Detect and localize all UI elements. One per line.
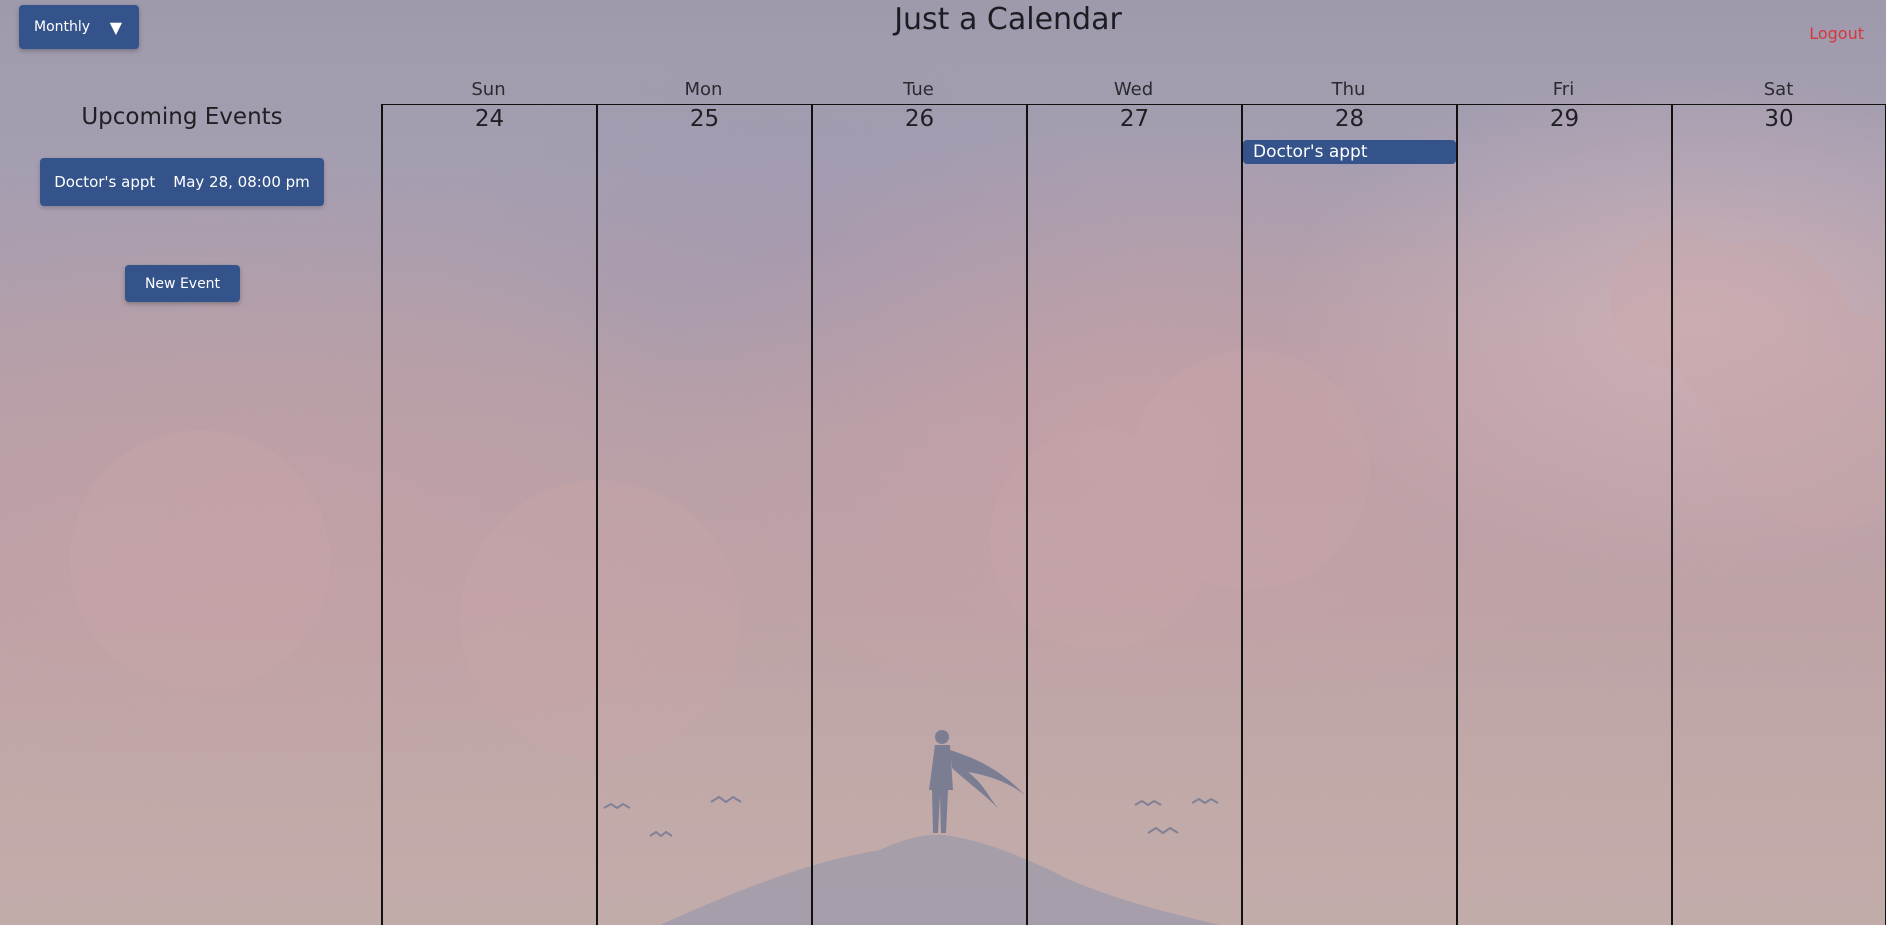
day-cell[interactable]: 28 Doctor's appt [1241,105,1456,925]
weekday-header-row: Sun Mon Tue Wed Thu Fri Sat [381,78,1886,104]
day-number: 28 [1334,106,1365,132]
weekday-sat: Sat [1763,79,1794,100]
day-cell[interactable]: 27 [1026,105,1241,925]
weekday-thu: Thu [1331,79,1366,100]
weekday-tue: Tue [903,79,934,100]
upcoming-event-item[interactable]: Doctor's appt May 28, 08:00 pm [40,158,324,206]
day-number: 26 [904,106,935,132]
day-cell[interactable]: 24 [381,105,596,925]
upcoming-event-time: May 28, 08:00 pm [173,173,310,191]
day-number: 27 [1119,106,1150,132]
upcoming-event-name: Doctor's appt [54,173,156,191]
weekday-fri: Fri [1552,79,1575,100]
day-number: 24 [474,106,505,132]
day-cell[interactable]: 26 [811,105,1026,925]
upcoming-events-heading: Upcoming Events [81,104,283,130]
day-number: 25 [689,106,720,132]
day-cell[interactable]: 29 [1456,105,1671,925]
new-event-button[interactable]: New Event [125,265,240,302]
logout-link[interactable]: Logout [1809,24,1864,43]
day-cell[interactable]: 25 [596,105,811,925]
day-number: 29 [1549,106,1580,132]
weekday-sun: Sun [471,79,506,100]
calendar-event[interactable]: Doctor's appt [1243,140,1456,164]
day-cells-row: 24 25 26 27 28 Doctor's appt 29 30 [381,104,1886,925]
day-cell[interactable]: 30 [1671,105,1886,925]
weekday-wed: Wed [1113,79,1154,100]
weekday-mon: Mon [684,79,723,100]
calendar-grid: Sun Mon Tue Wed Thu Fri Sat 24 25 26 27 … [381,78,1886,925]
day-number: 30 [1764,106,1794,132]
app-title: Just a Calendar [894,2,1122,37]
